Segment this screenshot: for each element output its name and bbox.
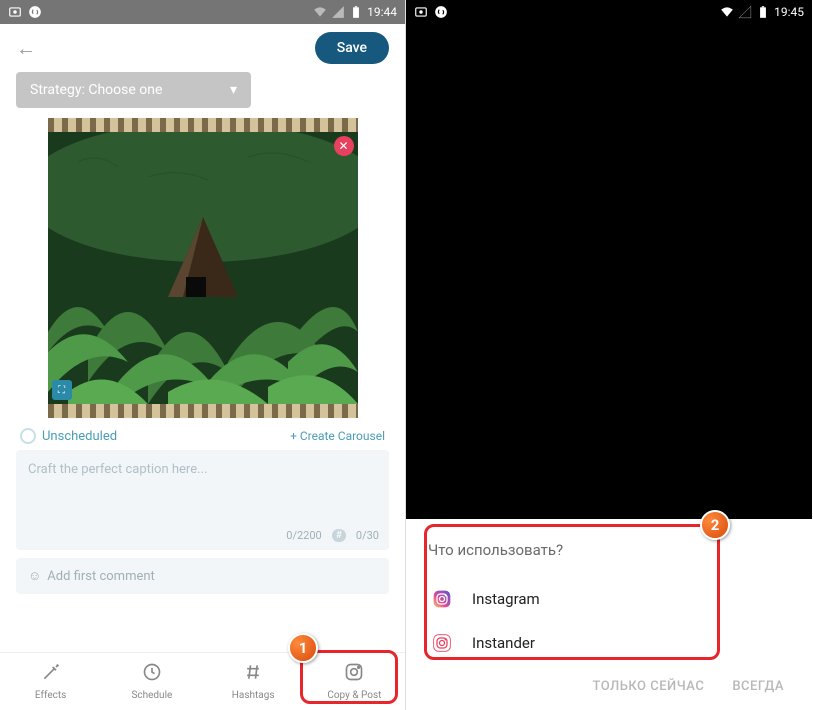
filmstrip-top	[48, 118, 358, 132]
back-arrow-icon[interactable]: ←	[16, 36, 36, 61]
expand-image-button[interactable]: ⛶	[52, 380, 72, 400]
status-time: 19:44	[367, 5, 397, 19]
add-comment-placeholder: Add first comment	[47, 569, 155, 584]
remove-image-button[interactable]: ✕	[334, 136, 354, 156]
schedule-icon	[142, 662, 162, 687]
hash-icon: #	[332, 529, 346, 542]
nav-effects-label: Effects	[35, 690, 66, 701]
filmstrip-bottom	[48, 404, 358, 418]
caption-input[interactable]: Craft the perfect caption here... 0/2200…	[16, 450, 389, 550]
bottom-nav: Effects Schedule Hashtags Copy & Post	[0, 652, 405, 710]
nav-hashtags-label: Hashtags	[232, 690, 275, 701]
hash-counter: 0/30	[356, 529, 379, 542]
dialog-option-label: Instander	[472, 634, 535, 652]
clock-icon	[20, 428, 36, 444]
nav-effects[interactable]: Effects	[0, 653, 101, 710]
comment-icon: ☺	[28, 568, 41, 584]
battery-icon	[756, 5, 770, 19]
content-area: Strategy: Choose one ▾	[0, 72, 405, 652]
battery-icon	[349, 5, 363, 19]
dialog-actions: ТОЛЬКО СЕЙЧАС ВСЕГДА	[428, 665, 790, 696]
signal-icon	[738, 5, 752, 19]
message-icon	[414, 5, 428, 19]
action-always-button[interactable]: ВСЕГДА	[732, 679, 784, 694]
nav-schedule-label: Schedule	[131, 690, 172, 701]
signal-icon	[331, 5, 345, 19]
strategy-dropdown[interactable]: Strategy: Choose one ▾	[16, 72, 251, 108]
unscheduled-status[interactable]: Unscheduled	[20, 428, 117, 444]
app-chooser-dialog: Что использовать? Instagram Instander ТО…	[406, 519, 812, 710]
post-image[interactable]: ✕ ⛶	[48, 118, 358, 418]
instagram-icon	[344, 662, 364, 687]
nav-schedule[interactable]: Schedule	[101, 653, 202, 710]
chevron-down-icon: ▾	[230, 82, 237, 98]
header: ← Save	[0, 24, 405, 72]
status-time-right: 19:45	[774, 5, 804, 19]
shazam-icon	[434, 5, 448, 19]
caption-placeholder: Craft the perfect caption here...	[28, 462, 377, 477]
dialog-title: Что использовать?	[428, 541, 790, 559]
wifi-icon	[313, 5, 327, 19]
save-button[interactable]: Save	[315, 32, 389, 64]
hashtags-icon	[243, 662, 263, 687]
status-bar: 19:44	[0, 0, 405, 24]
dialog-option-instander[interactable]: Instander	[428, 621, 790, 665]
screen-left: 19:44 ← Save Strategy: Choose one ▾	[0, 0, 406, 710]
dialog-option-instagram[interactable]: Instagram	[428, 577, 790, 621]
dialog-option-label: Instagram	[472, 590, 540, 608]
unscheduled-label: Unscheduled	[42, 429, 117, 444]
message-icon	[8, 5, 22, 19]
wifi-icon	[720, 5, 734, 19]
status-bar-right: 19:45	[406, 0, 812, 24]
instagram-app-icon	[432, 589, 452, 609]
black-background	[406, 24, 812, 519]
strategy-label: Strategy: Choose one	[30, 82, 162, 98]
screen-right: 19:45 Что использовать? Instagram Instan…	[406, 0, 812, 710]
effects-icon	[41, 662, 61, 687]
add-comment-input[interactable]: ☺ Add first comment	[16, 558, 389, 594]
callout-badge-2: 2	[700, 510, 730, 540]
callout-badge-1: 1	[288, 633, 318, 663]
create-carousel-link[interactable]: + Create Carousel	[290, 429, 385, 443]
meta-row: Unscheduled + Create Carousel	[16, 418, 389, 450]
nav-copy-post[interactable]: Copy & Post	[304, 653, 405, 710]
nav-hashtags[interactable]: Hashtags	[203, 653, 304, 710]
shazam-icon	[28, 5, 42, 19]
instander-app-icon	[432, 633, 452, 653]
nav-copy-post-label: Copy & Post	[327, 690, 381, 701]
jungle-image	[48, 132, 358, 404]
action-once-button[interactable]: ТОЛЬКО СЕЙЧАС	[593, 679, 705, 694]
char-counter: 0/2200	[286, 529, 321, 542]
